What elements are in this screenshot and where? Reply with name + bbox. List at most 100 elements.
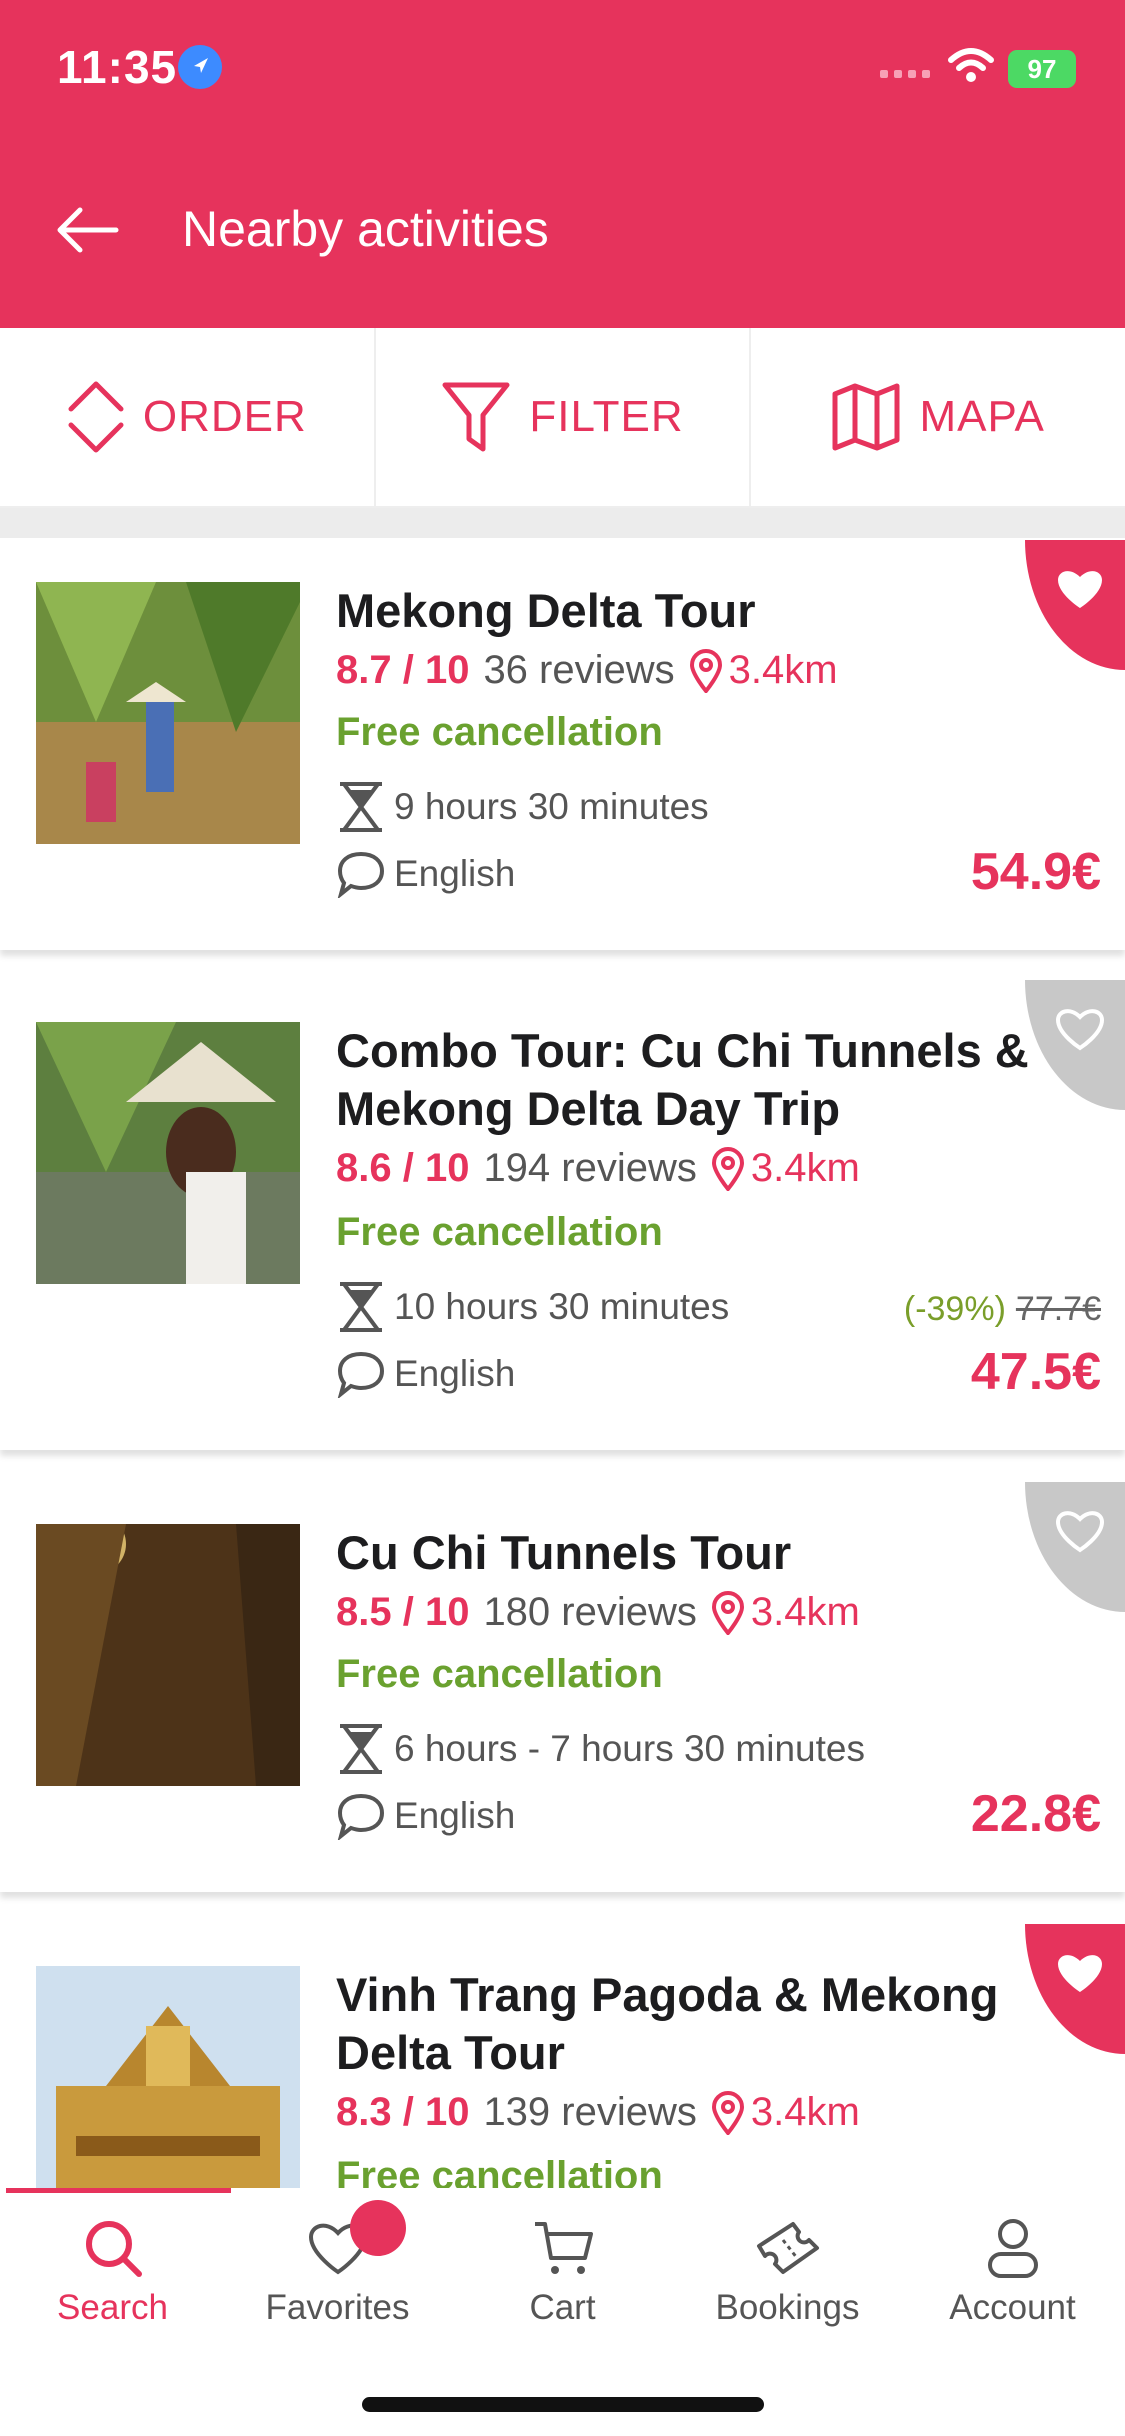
price: 47.5€ [970,1343,1101,1401]
distance: 3.4km [711,1590,860,1635]
duration-row: 10 hours 30 minutes [336,1280,729,1334]
review-count: 36 reviews [483,648,675,692]
tab-label: Cart [529,2288,596,2327]
tab-label: Account [949,2288,1076,2327]
user-icon [987,2219,1038,2278]
activity-card[interactable]: Cu Chi Tunnels Tour 8.5 / 10 180 reviews… [0,1482,1125,1892]
list-top-spacer [0,508,1125,538]
duration-value: 10 hours 30 minutes [394,1286,730,1327]
free-cancellation: Free cancellation [336,1652,663,1696]
activity-title: Mekong Delta Tour [336,584,756,637]
language-value: English [394,853,516,894]
discount-row: (-39%) 77.7€ [904,1290,1101,1329]
rating-row: 8.6 / 10 194 reviews 3.4km [336,1146,860,1191]
hourglass-icon [340,1282,382,1332]
distance-value: 3.4km [750,1590,860,1634]
location-pin-icon [711,1590,744,1635]
activity-title: Vinh Trang Pagoda & Mekong Delta Tour [336,1968,999,2079]
activity-card[interactable]: Mekong Delta Tour 8.7 / 10 36 reviews 3.… [0,540,1125,950]
tab-label: Favorites [265,2288,410,2327]
rating-score: 8.7 / 10 [336,648,470,692]
location-arrow-icon [178,45,222,89]
hourglass-icon [340,1724,382,1774]
distance-value: 3.4km [750,1146,860,1190]
free-cancellation: Free cancellation [336,1210,663,1254]
activity-photo [36,1524,300,1786]
sort-icon [68,381,124,453]
speech-bubble-icon [337,1351,385,1398]
tab-bookings[interactable]: Bookings [675,2208,900,2328]
language-row: English [336,850,515,898]
filter-icon [442,382,510,452]
distance: 3.4km [711,2090,860,2135]
speech-bubble-icon [337,851,385,898]
tab-label: Bookings [715,2288,860,2327]
tab-favorites[interactable]: Favorites [225,2208,450,2328]
favorite-button[interactable] [1025,1482,1125,1612]
activity-photo [36,582,300,844]
rating-row: 8.3 / 10 139 reviews 3.4km [336,2090,860,2135]
page-title: Nearby activities [182,201,549,257]
app-header: 11:35 97 Nearby activities [0,0,1125,328]
language-value: English [394,1795,516,1836]
tab-label: Search [57,2288,168,2327]
activity-card[interactable]: Combo Tour: Cu Chi Tunnels & Mekong Delt… [0,980,1125,1450]
favorite-button[interactable] [1025,980,1125,1110]
order-button[interactable]: ORDER [0,328,376,506]
tab-cart[interactable]: Cart [450,2208,675,2328]
activity-photo [36,1022,300,1284]
duration-row: 9 hours 30 minutes [336,780,709,834]
distance: 3.4km [689,648,838,693]
activity-title: Combo Tour: Cu Chi Tunnels & Mekong Delt… [336,1024,1029,1135]
back-button[interactable] [52,200,132,260]
language-value: English [394,1353,516,1394]
review-count: 139 reviews [483,2090,697,2134]
battery-indicator: 97 [1008,50,1076,88]
discount-percent: (-39%) [903,1290,1006,1328]
activity-photo [36,1966,300,2188]
location-pin-icon [711,2090,744,2135]
rating-score: 8.5 / 10 [336,1590,470,1634]
review-count: 180 reviews [483,1590,697,1634]
speech-bubble-icon [337,1793,385,1840]
tab-account[interactable]: Account [900,2208,1125,2328]
active-tab-indicator [6,2188,231,2193]
rating-row: 8.7 / 10 36 reviews 3.4km [336,648,838,693]
favorites-badge [350,2200,406,2256]
home-indicator [362,2397,764,2412]
duration-value: 9 hours 30 minutes [394,786,709,827]
hourglass-icon [340,782,382,832]
search-icon [85,2221,142,2277]
price: 54.9€ [970,843,1101,901]
free-cancellation: Free cancellation [336,2154,663,2188]
filter-button[interactable]: FILTER [376,328,752,506]
original-price: 77.7€ [1015,1290,1101,1328]
signal-icon [880,70,930,78]
sort-filter-toolbar: ORDER FILTER MAPA [0,328,1125,508]
rating-score: 8.3 / 10 [336,2090,470,2134]
duration-value: 6 hours - 7 hours 30 minutes [394,1728,865,1769]
activity-title: Cu Chi Tunnels Tour [336,1526,792,1579]
distance: 3.4km [711,1146,860,1191]
distance-value: 3.4km [728,648,838,692]
distance-value: 3.4km [750,2090,860,2134]
tab-search[interactable]: Search [0,2208,225,2328]
map-button[interactable]: MAPA [751,328,1125,506]
activity-card[interactable]: Vinh Trang Pagoda & Mekong Delta Tour 8.… [0,1924,1125,2188]
free-cancellation: Free cancellation [336,710,663,754]
rating-row: 8.5 / 10 180 reviews 3.4km [336,1590,860,1635]
location-pin-icon [689,648,722,693]
cart-icon [534,2222,593,2274]
review-count: 194 reviews [483,1146,697,1190]
ticket-icon [756,2222,819,2274]
map-icon [832,383,900,451]
favorite-button[interactable] [1025,540,1125,670]
duration-row: 6 hours - 7 hours 30 minutes [336,1722,865,1776]
language-row: English [336,1350,515,1398]
favorite-button[interactable] [1025,1924,1125,2054]
filter-label: FILTER [529,392,684,441]
location-pin-icon [711,1146,744,1191]
wifi-icon [948,48,994,89]
map-label: MAPA [919,392,1045,441]
language-row: English [336,1792,515,1840]
